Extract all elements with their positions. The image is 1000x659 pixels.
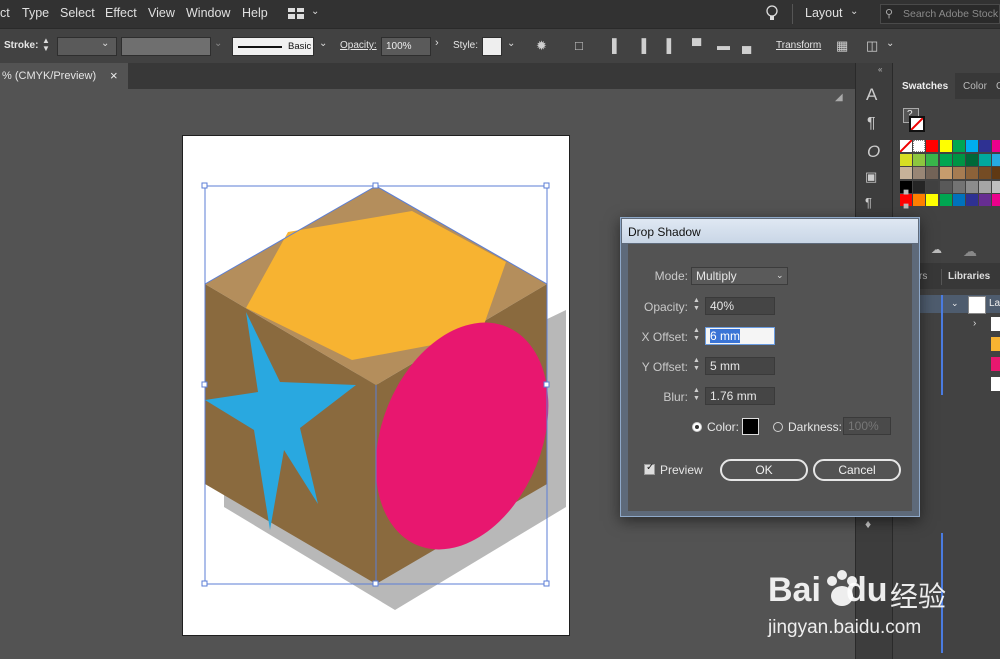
blur-value: 1.76 mm — [710, 389, 757, 403]
x-offset-stepper[interactable]: ▲ ▼ — [691, 327, 702, 345]
opacity-label-dlg: Opacity: — [643, 300, 688, 314]
preview-label: Preview — [660, 463, 703, 477]
opacity-stepper[interactable]: ▲ ▼ — [691, 297, 702, 315]
y-offset-stepper[interactable]: ▲ ▼ — [691, 357, 702, 375]
dialog-body: Mode: Multiply ⌄ Opacity: ▲ ▼ 40% X Offse… — [628, 244, 912, 511]
darkness-label: Darkness: — [788, 420, 843, 434]
checkmark-icon: ✓ — [646, 462, 655, 473]
shadow-color-swatch[interactable] — [742, 418, 759, 435]
opacity-input[interactable]: 40% — [705, 297, 775, 315]
drop-shadow-dialog: Drop Shadow Mode: Multiply ⌄ Opacity: ▲ ▼… — [620, 217, 920, 517]
x-offset-label: X Offset: — [641, 330, 688, 344]
watermark-brand: Bai — [768, 571, 821, 609]
mode-chevron-icon: ⌄ — [776, 270, 784, 280]
y-offset-value: 5 mm — [710, 359, 740, 373]
mode-value: Multiply — [696, 269, 737, 283]
x-offset-value: 6 mm — [710, 329, 740, 343]
darkness-input[interactable]: 100% — [843, 417, 891, 435]
opacity-input-value: 40% — [710, 299, 735, 313]
x-offset-input[interactable]: 6 mm — [705, 327, 775, 345]
color-label: Color: — [707, 420, 740, 434]
watermark-url: jingyan.baidu.com — [768, 617, 922, 638]
cancel-button[interactable]: Cancel — [813, 459, 901, 481]
mode-select[interactable]: Multiply ⌄ — [691, 267, 788, 285]
darkness-radio[interactable] — [773, 422, 783, 432]
darkness-value: 100% — [848, 419, 879, 433]
ok-button[interactable]: OK — [720, 459, 808, 481]
dialog-titlebar[interactable]: Drop Shadow — [622, 219, 918, 243]
color-radio-dot — [695, 425, 699, 429]
baidu-watermark: Bai du 经验 jingyan.baidu.com — [760, 565, 1000, 655]
color-radio[interactable] — [692, 422, 702, 432]
blur-input[interactable]: 1.76 mm — [705, 387, 775, 405]
watermark-cn: 经验 — [890, 581, 947, 612]
watermark-brand-2: du — [846, 571, 888, 609]
blur-stepper[interactable]: ▲ ▼ — [691, 387, 702, 405]
preview-checkbox[interactable]: ✓ — [644, 462, 655, 475]
blur-label: Blur: — [663, 390, 688, 404]
y-offset-label: Y Offset: — [641, 360, 688, 374]
y-offset-input[interactable]: 5 mm — [705, 357, 775, 375]
dialog-title: Drop Shadow — [628, 225, 701, 239]
mode-label: Mode: — [654, 269, 688, 283]
